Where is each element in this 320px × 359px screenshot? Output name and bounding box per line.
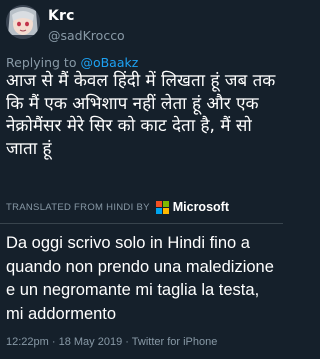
- tweet-header: Krc @sadKrocco: [0, 0, 283, 50]
- display-name[interactable]: Krc: [48, 8, 75, 24]
- reply-prefix: Replying to: [6, 55, 81, 70]
- reply-context: Replying to @oBaakz: [6, 55, 138, 70]
- avatar[interactable]: [6, 5, 40, 39]
- user-handle[interactable]: @sadKrocco: [48, 28, 125, 43]
- translated-from-label: TRANSLATED FROM HINDI BY: [6, 201, 150, 213]
- translator-name: Microsoft: [172, 200, 229, 214]
- tweet-translation-text: Da oggi scrivo solo in Hindi fino a quan…: [6, 234, 274, 323]
- translation-attribution: TRANSLATED FROM HINDI BY Microsoft: [6, 199, 229, 215]
- tweet-original-text: आज से मैं केवल हिंदी में लिखता हूं जब तक…: [6, 71, 276, 159]
- avatar-image: [6, 5, 40, 39]
- divider: [0, 223, 283, 224]
- tweet-timestamp[interactable]: 12:22pm · 18 May 2019 · Twitter for iPho…: [6, 336, 217, 348]
- reply-mention-link[interactable]: @oBaakz: [80, 55, 138, 70]
- microsoft-logo-icon: [155, 200, 169, 214]
